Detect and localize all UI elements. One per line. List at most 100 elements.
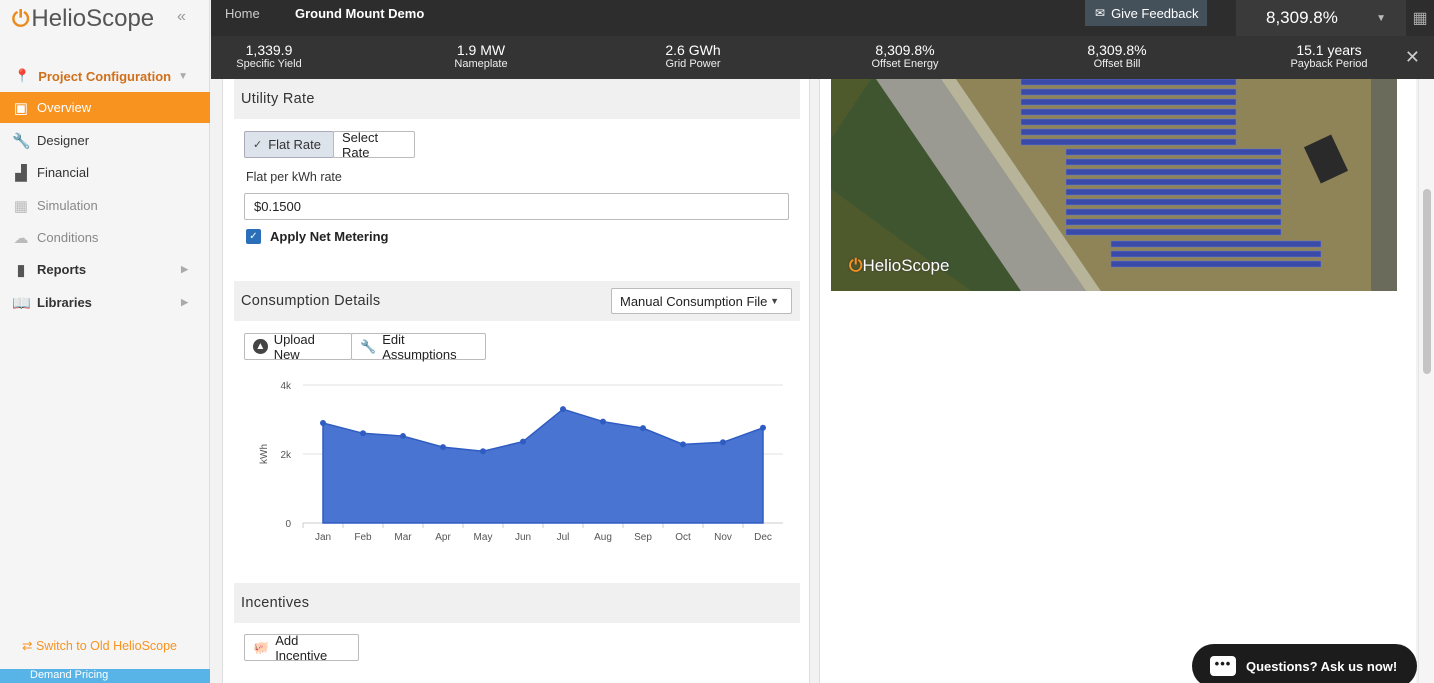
x-tick-label: Nov [714,532,732,543]
edit-assumptions-label: Edit Assumptions [382,331,457,362]
metric-value: 2.6 GWh [665,42,721,58]
sidebar-bottom-label: Demand Pricing [30,669,109,681]
metric-grid-power: 2.6 GWh Grid Power [633,42,753,70]
solar-panel-row [1020,98,1237,106]
metric-offset-bill: 8,309.8% Offset Bill [1057,42,1177,70]
logo-text: HelioScope [31,5,155,32]
metric-value: 1,339.9 [245,42,293,58]
map-watermark-text: HelioScope [862,256,950,275]
data-point-mar[interactable] [400,433,406,440]
scrollbar-thumb[interactable] [1423,189,1431,374]
sidebar-item-label: Conditions [37,230,99,245]
sidebar-item-label: Reports [37,262,87,277]
calculator-icon[interactable]: ▦ [1406,0,1434,36]
data-point-oct[interactable] [680,441,686,448]
breadcrumb-project[interactable]: Ground Mount Demo [295,6,424,21]
sidebar-item-conditions[interactable]: ☁ Conditions [0,222,210,253]
envelope-icon: ✉ [1095,6,1106,20]
upload-icon: ▲ [253,339,268,354]
x-tick-label: Jul [557,532,570,543]
metric-payback-period: 15.1 years Payback Period [1269,42,1389,70]
financial-panel: Utility Rate ✓ Flat Rate Select Rate Fla… [222,79,810,683]
select-rate-button[interactable]: Select Rate [333,129,415,160]
metric-value: 8,309.8% [875,42,935,58]
metric-value: 1.9 MW [456,42,506,58]
sidebar-item-financial[interactable]: ▟ Financial [0,157,210,188]
x-tick-label: Aug [594,532,612,543]
section-title: Consumption Details [241,293,381,309]
section-title: Incentives [241,595,310,611]
y-axis-label: kWh [259,444,270,464]
calculator-icon: ▦ [13,197,29,215]
y-tick-label: 2k [280,450,292,461]
incentives-header: Incentives [234,583,800,623]
solar-panel-row [1020,118,1237,126]
give-feedback-button[interactable]: ✉ Give Feedback [1085,0,1207,26]
collapse-sidebar-icon[interactable]: « [177,8,186,26]
solar-panel-row [1065,178,1282,186]
data-point-sep[interactable] [640,425,646,432]
chat-bubble-icon: ••• [1210,656,1236,676]
data-point-jun[interactable] [520,438,526,445]
edit-assumptions-button[interactable]: 🔧 Edit Assumptions [351,331,486,362]
switch-old-label: Switch to Old HelioScope [35,639,178,653]
switch-icon: ⇄ [22,639,33,653]
sidebar-item-designer[interactable]: 🔧 Designer [0,125,210,156]
project-configuration-menu[interactable]: 📍 Project Configuration ▼ [0,62,210,90]
data-point-dec[interactable] [760,424,766,431]
scrollbar[interactable] [1418,79,1434,683]
sidebar-item-label: Simulation [37,198,98,213]
sidebar-item-label: Financial [37,165,90,180]
sidebar-item-simulation[interactable]: ▦ Simulation [0,190,210,221]
add-incentive-label: Add Incentive [275,632,328,663]
add-incentive-button[interactable]: 🐖 Add Incentive [244,632,359,663]
sidebar-item-label: Libraries [37,295,92,310]
upload-new-button[interactable]: ▲ Upload New [244,332,352,362]
sidebar-item-libraries[interactable]: 📖 Libraries ▶ [0,287,210,318]
data-point-may[interactable] [480,448,486,455]
metric-nameplate: 1.9 MW Nameplate [421,42,541,70]
sidebar-item-reports[interactable]: ▮ Reports ▶ [0,254,210,285]
data-point-jul[interactable] [560,406,566,413]
flat-rate-button[interactable]: ✓ Flat Rate [244,131,334,158]
satellite-map[interactable]: ⏻HelioScope [831,79,1397,291]
helioscope-logo[interactable]: ⏻ HelioScope [12,5,155,32]
select-rate-label: Select Rate [342,129,379,160]
data-point-apr[interactable] [440,444,446,451]
y-tick-label: 0 [285,519,291,530]
solar-panel-row [1020,138,1237,146]
sidebar-item-label: Overview [37,100,92,115]
close-icon[interactable]: ✕ [1405,47,1420,68]
wrench-icon: 🔧 [360,338,377,354]
net-metering-label: Apply Net Metering [270,229,389,244]
solar-panel-row [1065,228,1282,236]
metric-label: Specific Yield [236,58,302,70]
data-point-aug[interactable] [600,418,606,425]
consumption-area-series [322,408,764,524]
x-tick-label: Feb [354,532,372,543]
data-point-jan[interactable] [320,419,326,426]
consumption-source-select[interactable]: Manual Consumption File ▼ [611,288,792,314]
check-icon: ✓ [253,139,263,151]
chat-widget-button[interactable]: ••• Questions? Ask us now! [1192,644,1417,683]
metric-label: Nameplate [454,58,508,70]
solar-panel-row [1020,108,1237,116]
switch-old-helioscope-link[interactable]: ⇄ Switch to Old HelioScope [22,638,177,653]
overview-icon: ▣ [13,99,29,117]
sidebar-item-overview[interactable]: ▣ Overview [0,92,210,123]
give-feedback-label: Give Feedback [1111,5,1199,21]
metric-label: Offset Bill [1093,58,1141,70]
consumption-chart: 0 2k 4k kWh Jan Feb Mar Apr May Jun Jul Aug Sep Oct No… [259,381,783,543]
power-logo-icon: ⏻ [849,256,863,275]
sidebar-bottom-item[interactable]: Demand Pricing [0,669,210,683]
x-tick-label: Jan [315,532,331,543]
chevron-right-icon: ▶ [181,264,188,274]
data-point-nov[interactable] [720,439,726,446]
breadcrumb-home[interactable]: Home [225,6,260,21]
solar-panel-row [1065,148,1282,156]
net-metering-checkbox[interactable]: ✓ [246,229,261,244]
offset-dropdown[interactable]: 8,309.8% ▼ [1236,0,1406,36]
flat-rate-input[interactable] [244,193,789,220]
consumption-select-value: Manual Consumption File [620,293,768,309]
data-point-feb[interactable] [360,430,366,437]
